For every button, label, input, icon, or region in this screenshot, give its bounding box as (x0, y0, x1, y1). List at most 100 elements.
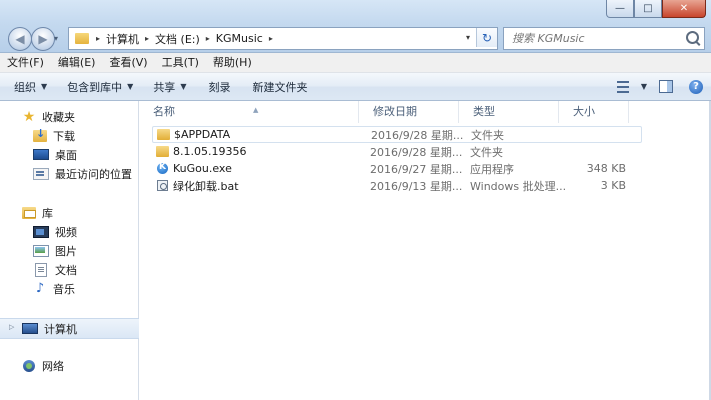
nav-network[interactable]: 网络 (0, 356, 160, 375)
folder-icon (75, 33, 89, 44)
nav-label: 最近访问的位置 (55, 167, 132, 181)
share-label: 共享 (153, 80, 176, 94)
expand-arrow-icon[interactable]: ▷ (9, 323, 14, 331)
file-size: 3 KB (600, 179, 626, 192)
file-list-pane: 名称 ▲ 修改日期 类型 大小 $APPDATA 2016/9/28 星期...… (139, 101, 711, 400)
nav-label: 文档 (55, 263, 77, 277)
breadcrumb-separator[interactable]: ▸ (203, 34, 213, 43)
sort-ascending-icon: ▲ (253, 106, 259, 114)
file-name: 绿化卸载.bat (173, 179, 239, 193)
refresh-button[interactable]: ↻ (476, 28, 497, 47)
nav-label: 计算机 (44, 322, 77, 336)
file-row[interactable]: 绿化卸载.bat 2016/9/13 星期... Windows 批处理... … (152, 177, 642, 194)
breadcrumb-computer[interactable]: 计算机 (103, 28, 142, 49)
menu-help[interactable]: 帮助(H) (206, 53, 259, 72)
breadcrumb-separator[interactable]: ▸ (93, 34, 103, 43)
column-header-date[interactable]: 修改日期 (359, 101, 459, 123)
library-icon (22, 206, 36, 219)
file-name: KuGou.exe (173, 162, 232, 175)
new-folder-label: 新建文件夹 (252, 80, 308, 94)
breadcrumb-separator[interactable]: ▸ (142, 34, 152, 43)
nav-label: 桌面 (55, 148, 77, 162)
file-date: 2016/9/28 星期... (371, 128, 464, 142)
menu-edit[interactable]: 编辑(E) (51, 53, 103, 72)
file-type: 文件夹 (470, 145, 503, 159)
file-date: 2016/9/27 星期... (370, 162, 463, 176)
new-folder-button[interactable]: 新建文件夹 (238, 73, 315, 100)
burn-button[interactable]: 刻录 (194, 73, 238, 100)
file-type: Windows 批处理... (470, 179, 566, 193)
file-row[interactable]: 8.1.05.19356 2016/9/28 星期... 文件夹 (152, 143, 642, 160)
nav-libraries[interactable]: 库 (0, 203, 160, 222)
kugou-app-icon (157, 162, 168, 174)
address-bar[interactable]: ▸ 计算机 ▸ 文档 (E:) ▸ KGMusic ▸ ▾ ↻ (68, 27, 498, 50)
search-box[interactable] (503, 27, 705, 50)
breadcrumb-separator[interactable]: ▸ (266, 34, 276, 43)
downloads-folder-icon (33, 127, 47, 142)
nav-favorites[interactable]: ★ 收藏夹 (0, 107, 160, 126)
menu-file[interactable]: 文件(F) (0, 53, 51, 72)
file-date: 2016/9/28 星期... (370, 145, 463, 159)
file-name-cell: 绿化卸载.bat (152, 178, 358, 194)
navigation-pane: ★ 收藏夹 下载 桌面 最近访问的位置 库 视频 图片 文档 ♪ 音乐 ▷ 计算… (0, 101, 160, 400)
video-icon (33, 225, 49, 238)
file-row[interactable]: $APPDATA 2016/9/28 星期... 文件夹 (152, 126, 642, 143)
nav-label: 视频 (55, 225, 77, 239)
breadcrumb-kgmusic[interactable]: KGMusic (213, 28, 266, 49)
folder-icon (156, 146, 169, 157)
file-type: 文件夹 (471, 128, 504, 142)
column-header-size[interactable]: 大小 (559, 101, 629, 123)
help-icon[interactable]: ? (689, 79, 703, 94)
file-row[interactable]: KuGou.exe 2016/9/27 星期... 应用程序 348 KB (152, 160, 642, 177)
search-input[interactable] (510, 31, 684, 46)
network-icon (23, 359, 35, 372)
window-controls: — □ ✕ (606, 0, 706, 18)
file-name: 8.1.05.19356 (173, 145, 247, 158)
search-icon[interactable] (686, 31, 699, 44)
column-label: 类型 (473, 105, 495, 118)
minimize-button[interactable]: — (606, 0, 634, 18)
nav-label: 音乐 (53, 282, 75, 296)
music-icon: ♪ (35, 280, 45, 296)
file-name-cell: KuGou.exe (152, 162, 358, 175)
column-headers: 名称 ▲ 修改日期 类型 大小 (139, 101, 711, 123)
file-name-cell: $APPDATA (153, 128, 359, 141)
picture-icon (33, 244, 49, 257)
forward-button[interactable]: ▶ (31, 27, 55, 51)
maximize-button[interactable]: □ (634, 0, 662, 18)
organize-label: 组织 (14, 80, 36, 94)
document-icon (35, 262, 47, 277)
burn-label: 刻录 (208, 80, 231, 94)
recent-places-icon (33, 167, 49, 180)
address-history-dropdown[interactable]: ▾ (461, 28, 475, 47)
preview-pane-icon[interactable] (659, 80, 673, 93)
file-rows: $APPDATA 2016/9/28 星期... 文件夹 8.1.05.1935… (139, 126, 642, 194)
menu-tools[interactable]: 工具(T) (155, 53, 206, 72)
close-button[interactable]: ✕ (662, 0, 706, 18)
file-name-cell: 8.1.05.19356 (152, 145, 358, 158)
column-header-type[interactable]: 类型 (459, 101, 559, 123)
file-type: 应用程序 (470, 162, 514, 176)
batch-file-icon (157, 180, 168, 191)
computer-icon (22, 323, 38, 334)
view-options-icon[interactable] (616, 80, 639, 93)
chevron-down-icon: ▼ (41, 82, 48, 91)
menu-view[interactable]: 查看(V) (102, 53, 154, 72)
back-button[interactable]: ◀ (8, 27, 32, 51)
folder-icon (157, 129, 170, 140)
nav-label: 网络 (42, 359, 64, 373)
organize-button[interactable]: 组织 ▼ (0, 73, 55, 100)
menu-bar: 文件(F) 编辑(E) 查看(V) 工具(T) 帮助(H) (0, 53, 711, 73)
include-in-library-button[interactable]: 包含到库中 ▼ (55, 73, 141, 100)
column-label: 大小 (573, 105, 595, 118)
nav-label: 图片 (55, 244, 77, 258)
view-dropdown-icon[interactable]: ▼ (641, 82, 647, 91)
share-button[interactable]: 共享 ▼ (141, 73, 194, 100)
column-header-name[interactable]: 名称 ▲ (139, 101, 359, 123)
breadcrumb-drive-e[interactable]: 文档 (E:) (152, 28, 203, 49)
nav-computer[interactable]: ▷ 计算机 (0, 318, 160, 339)
file-size: 348 KB (586, 162, 626, 175)
chevron-down-icon: ▼ (180, 82, 187, 91)
column-label: 修改日期 (373, 105, 417, 118)
recent-pages-dropdown[interactable]: ▾ (54, 34, 64, 44)
